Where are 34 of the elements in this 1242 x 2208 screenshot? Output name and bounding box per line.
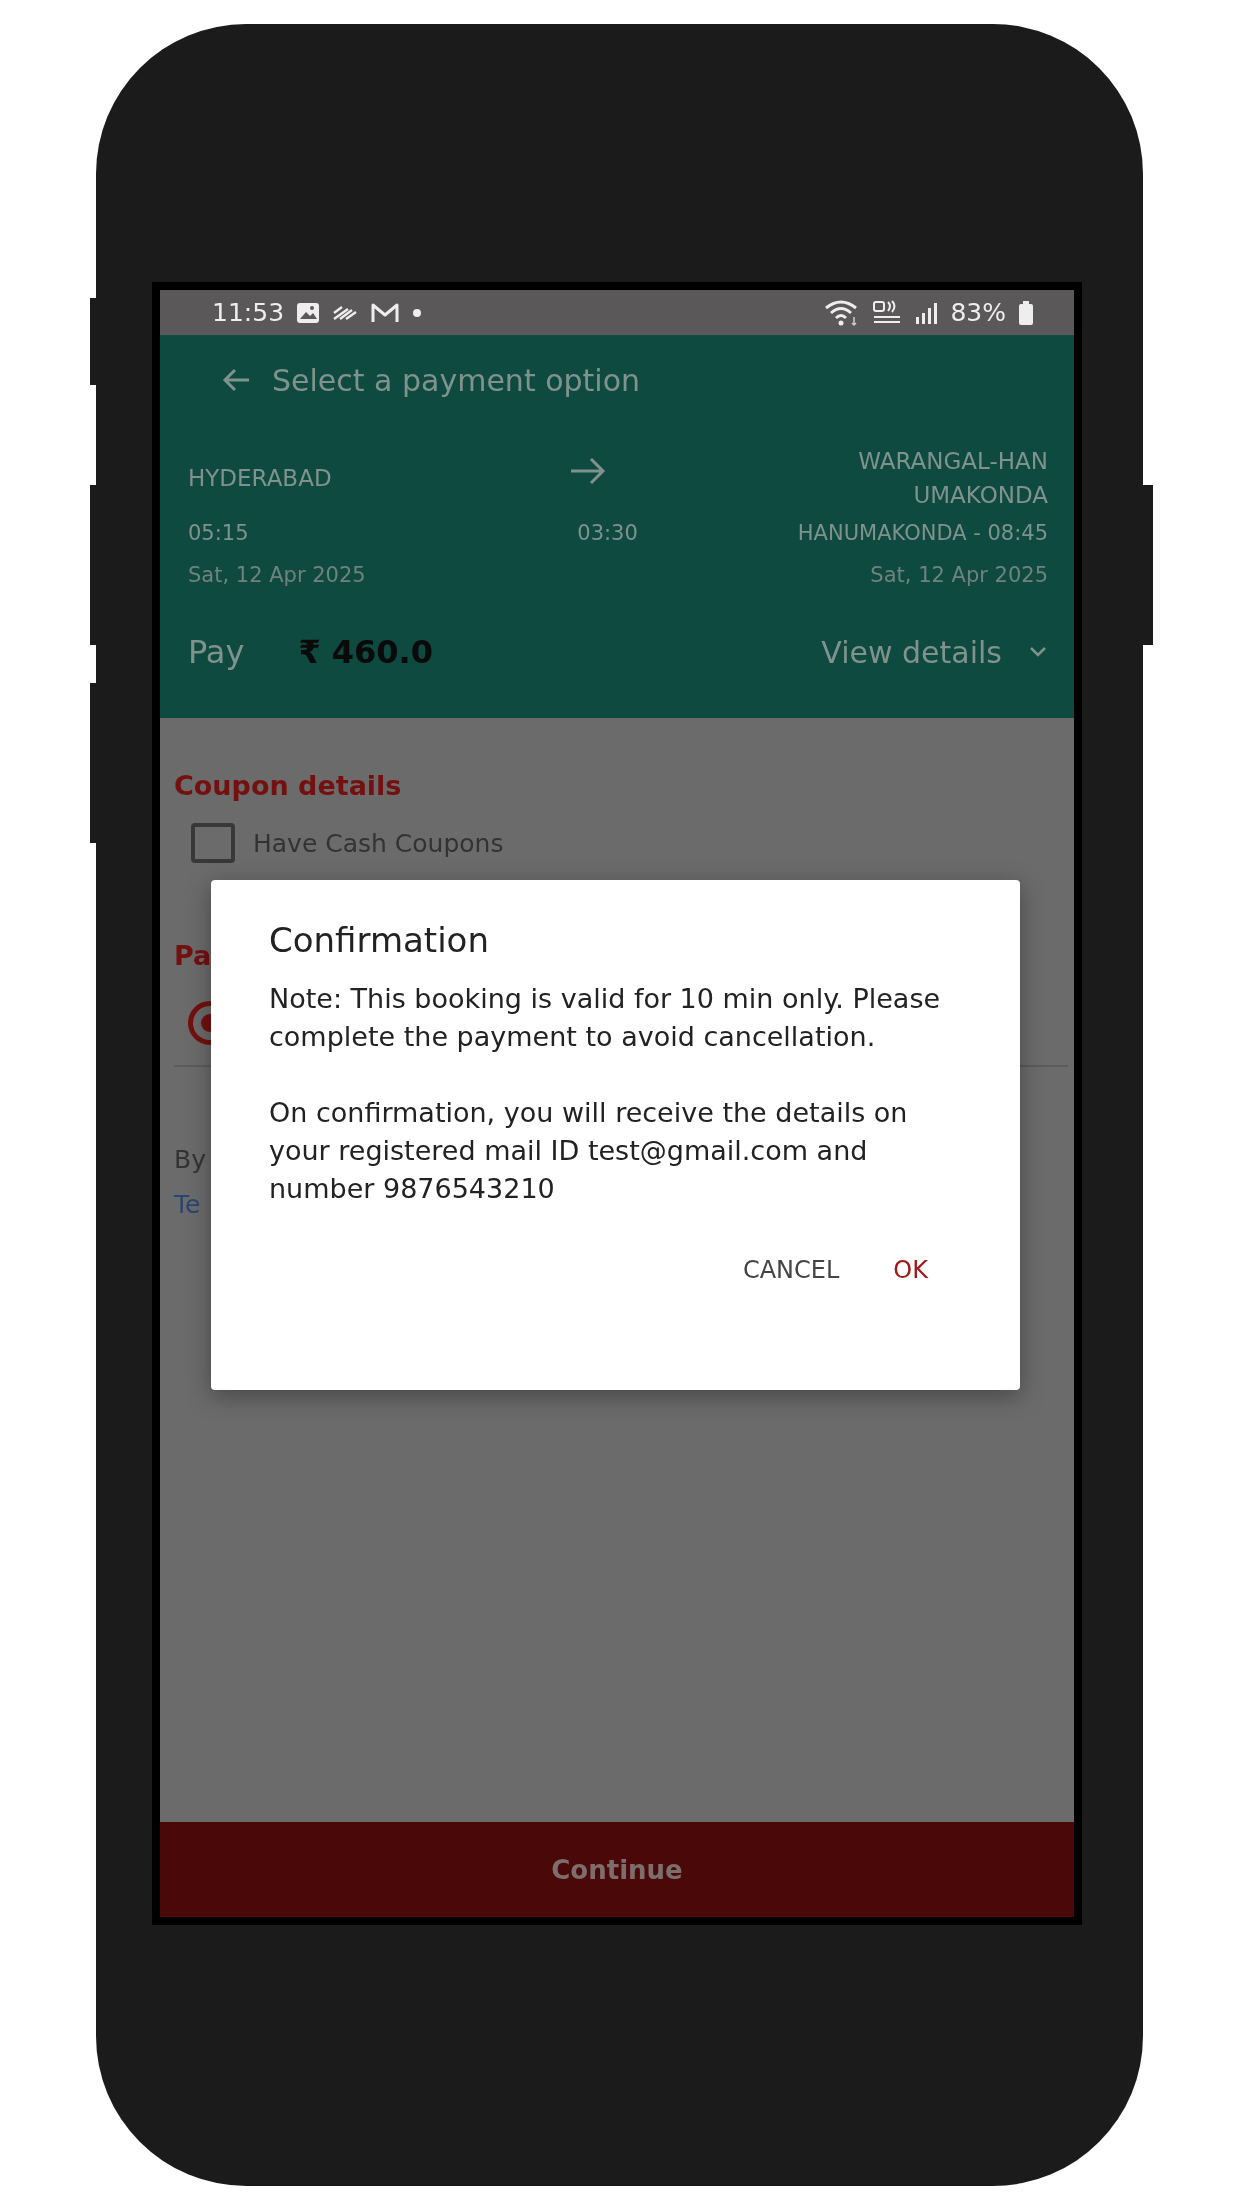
battery-percent: 83%	[950, 298, 1006, 327]
dialog-title: Confirmation	[269, 920, 490, 960]
signal-icon	[914, 300, 939, 325]
section-heading: Pa	[174, 940, 213, 971]
battery-icon	[1018, 299, 1034, 326]
destination-city: WARANGAL-HAN UMAKONDA	[857, 447, 1048, 510]
terms-link[interactable]: Te	[174, 1190, 210, 1219]
terms-text: By	[174, 1145, 207, 1174]
continue-button[interactable]: Continue	[160, 1822, 1074, 1917]
data-lines-icon	[332, 303, 359, 322]
arrival-date: Sat, 12 Apr 2025	[870, 563, 1048, 587]
trip-duration: 03:30	[577, 521, 638, 545]
checkbox[interactable]	[191, 823, 235, 863]
status-time: 11:53	[212, 298, 285, 327]
dialog-button[interactable]: CANCEL	[730, 1248, 852, 1292]
image-icon	[296, 301, 321, 324]
view-details-link[interactable]: View details	[821, 634, 1002, 670]
section-heading: Coupon details	[174, 770, 403, 801]
notification-dot-icon	[412, 307, 423, 318]
dialog-message: On confirmation, you will receive the details on your registered mail ID test@gmail.com and number 9876543210	[269, 1096, 909, 1206]
departure-time: 05:15	[188, 521, 250, 545]
dialog-message: Note: This booking is valid for 10 min only. Please complete the payment to avoid cancellation.	[269, 982, 942, 1054]
screen-title: Select a payment option	[272, 362, 641, 398]
arrival-time: HANUMAKONDA - 08:45	[797, 521, 1048, 545]
chevron-down-icon[interactable]	[1028, 645, 1048, 659]
checkbox-label: Have Cash Coupons	[253, 828, 504, 858]
arrow-icon	[569, 456, 607, 486]
back-icon[interactable]	[222, 367, 252, 393]
dialog-button[interactable]: OK	[881, 1248, 940, 1292]
pay-label: Pay	[188, 633, 245, 671]
origin-city: HYDERABAD	[188, 465, 333, 491]
mail-icon	[370, 301, 401, 324]
pay-amount: ₹ 460.0	[298, 633, 434, 671]
departure-date: Sat, 12 Apr 2025	[188, 563, 366, 587]
